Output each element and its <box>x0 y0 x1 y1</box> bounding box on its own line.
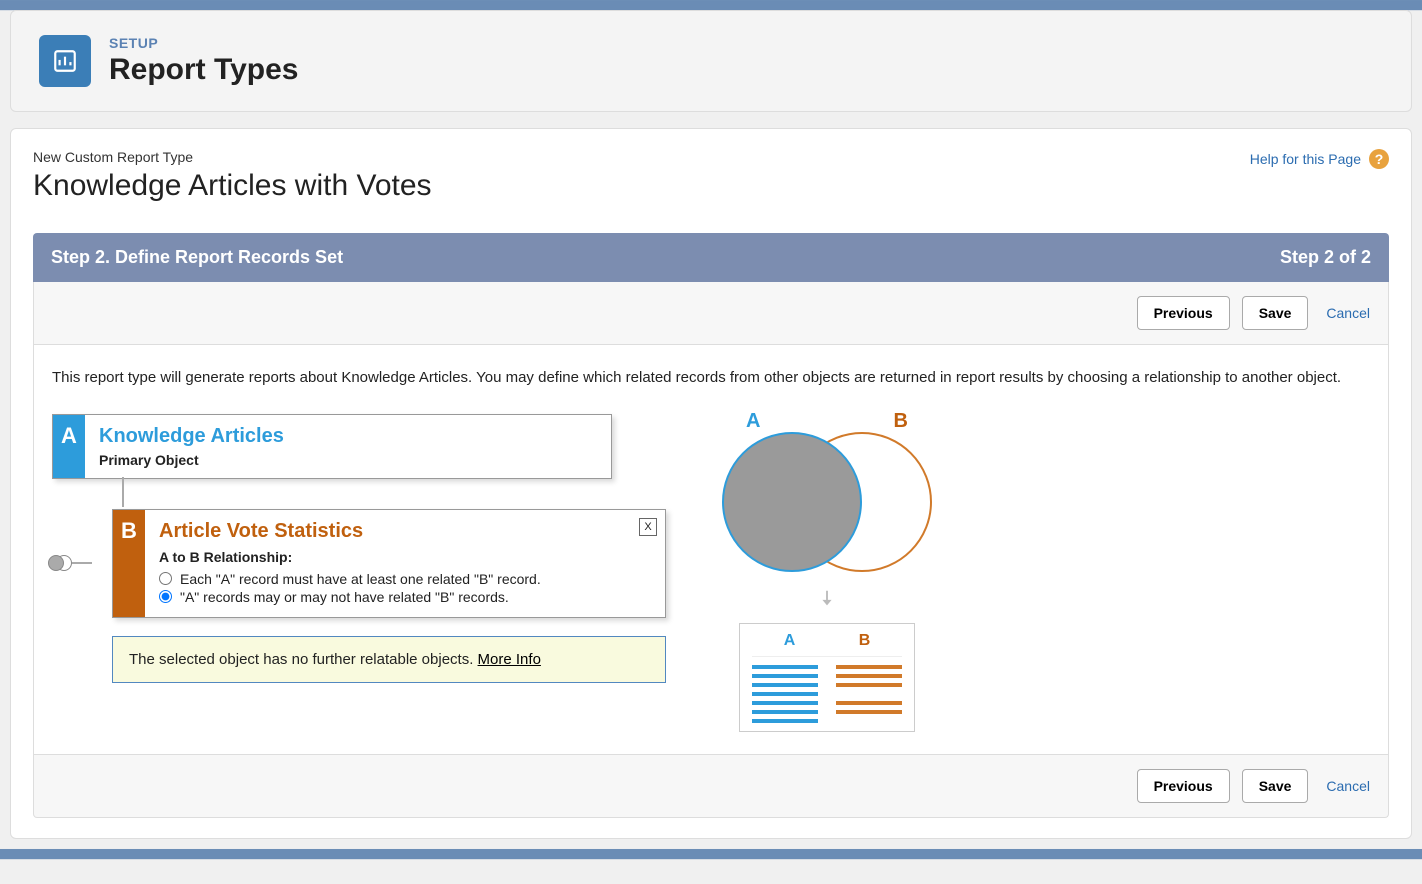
page-title: Report Types <box>109 53 298 87</box>
objects-column: A Knowledge Articles Primary Object <box>52 414 672 683</box>
venn-label-b: B <box>894 410 908 433</box>
relationship-option-2[interactable]: "A" records may or may not have related … <box>159 589 651 605</box>
diagram-column: A B A B <box>722 414 932 732</box>
more-info-link[interactable]: More Info <box>478 651 541 668</box>
page-header: SETUP Report Types <box>10 10 1412 112</box>
relationship-venn-icon <box>48 551 72 575</box>
object-b-letter: B <box>113 510 145 617</box>
relationship-option-1[interactable]: Each "A" record must have at least one r… <box>159 571 651 587</box>
step-banner: Step 2. Define Report Records Set Step 2… <box>33 233 1389 282</box>
cancel-link[interactable]: Cancel <box>1326 305 1370 321</box>
step-counter: Step 2 of 2 <box>1280 247 1371 268</box>
table-header-a: A <box>784 632 796 650</box>
help-link[interactable]: Help for this Page ? <box>1250 149 1389 169</box>
info-box: The selected object has no further relat… <box>112 636 666 683</box>
close-icon[interactable]: X <box>639 518 657 536</box>
primary-object-box: A Knowledge Articles Primary Object <box>52 414 612 479</box>
breadcrumb: New Custom Report Type <box>33 149 432 165</box>
report-title: Knowledge Articles with Votes <box>33 169 432 203</box>
relationship-radio-1[interactable] <box>159 572 172 585</box>
cancel-link-bottom[interactable]: Cancel <box>1326 778 1370 794</box>
object-a-letter: A <box>53 415 85 478</box>
report-types-icon <box>39 35 91 87</box>
step-label: Step 2. Define Report Records Set <box>51 247 343 268</box>
info-text: The selected object has no further relat… <box>129 651 478 668</box>
setup-label: SETUP <box>109 35 298 51</box>
object-b-title: Article Vote Statistics <box>159 520 651 543</box>
relationship-label: A to B Relationship: <box>159 549 651 565</box>
venn-diagram: A B <box>722 414 932 574</box>
venn-label-a: A <box>746 410 760 433</box>
table-preview: A B <box>739 623 915 732</box>
object-a-subtitle: Primary Object <box>99 452 597 468</box>
object-a-title: Knowledge Articles <box>99 425 597 448</box>
related-object-box: B X Article Vote Statistics A to B Relat… <box>112 509 666 618</box>
button-bar-bottom: Previous Save Cancel <box>33 755 1389 818</box>
button-bar-top: Previous Save Cancel <box>33 282 1389 345</box>
arrow-down-icon <box>722 588 932 613</box>
save-button-bottom[interactable]: Save <box>1242 769 1309 803</box>
relationship-radio-2[interactable] <box>159 590 172 603</box>
content-card: New Custom Report Type Knowledge Article… <box>10 128 1412 839</box>
save-button[interactable]: Save <box>1242 296 1309 330</box>
help-label: Help for this Page <box>1250 151 1361 167</box>
table-header-b: B <box>859 632 871 650</box>
main-area: This report type will generate reports a… <box>33 345 1389 755</box>
venn-circle-a <box>722 432 862 572</box>
previous-button[interactable]: Previous <box>1137 296 1230 330</box>
description-text: This report type will generate reports a… <box>52 367 1370 390</box>
help-icon: ? <box>1369 149 1389 169</box>
previous-button-bottom[interactable]: Previous <box>1137 769 1230 803</box>
connector <box>68 479 672 509</box>
